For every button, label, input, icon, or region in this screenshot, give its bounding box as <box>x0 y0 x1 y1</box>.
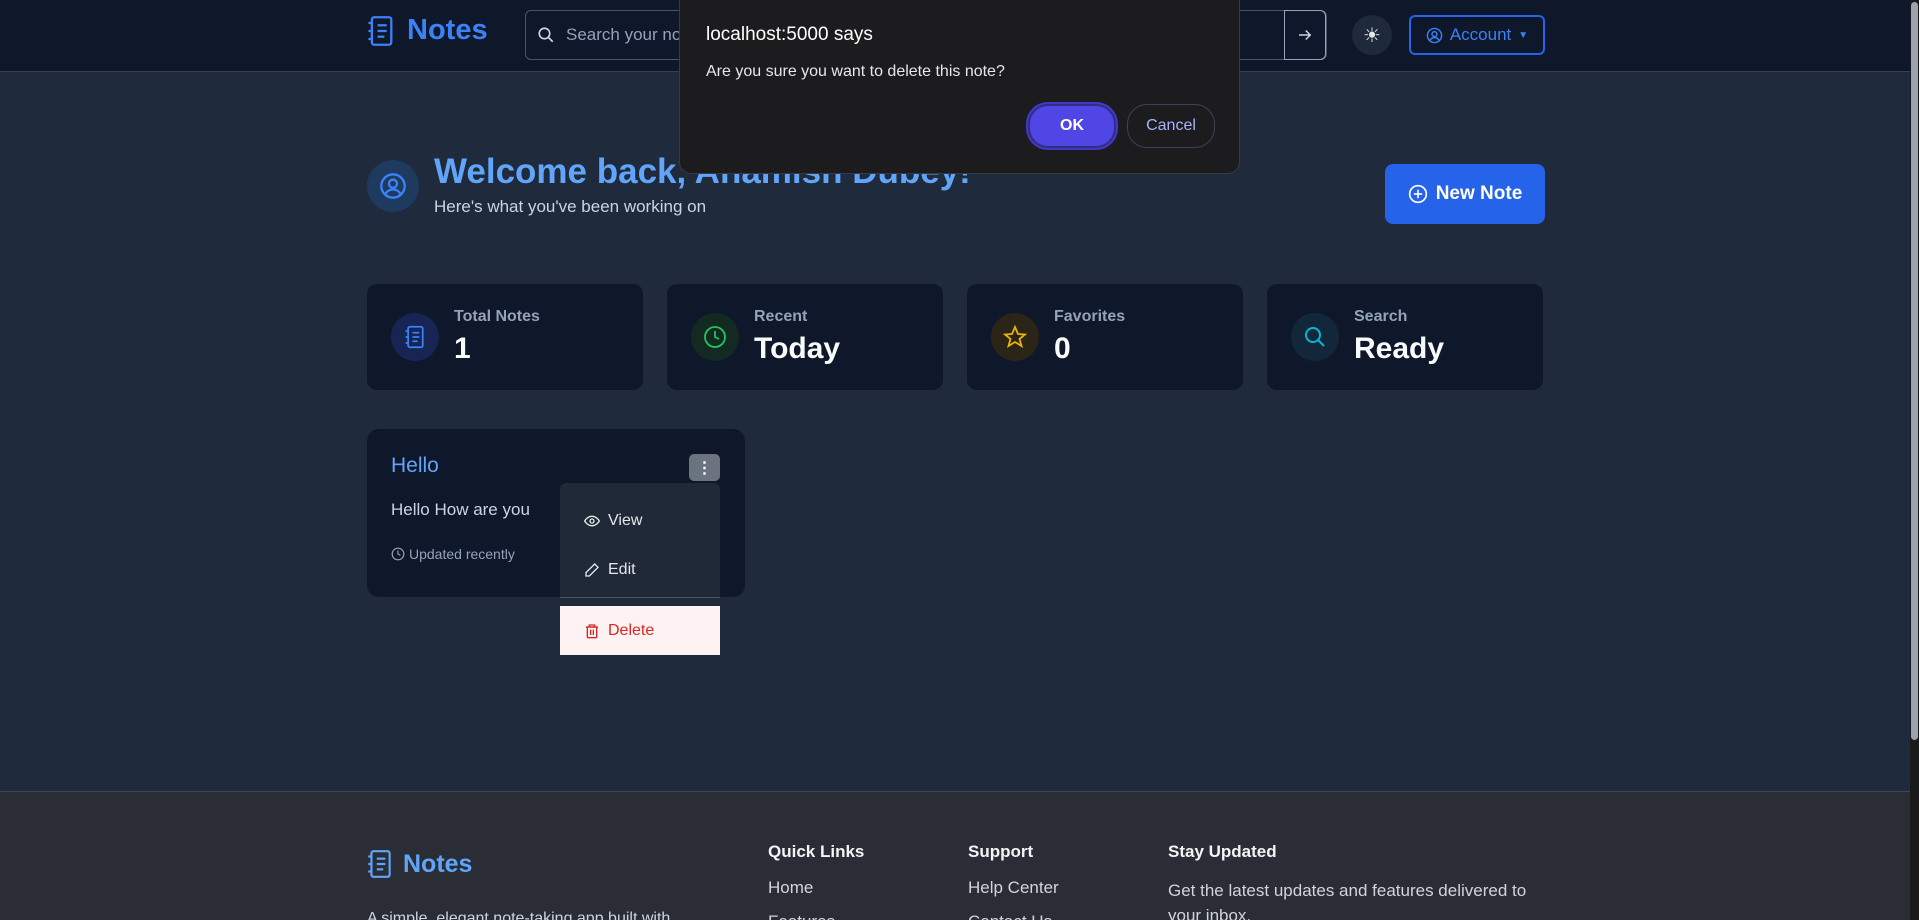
search-icon <box>1291 313 1339 361</box>
eye-icon <box>584 515 600 527</box>
stat-card-favorites: Favorites 0 <box>967 284 1243 390</box>
stat-label: Recent <box>754 308 808 325</box>
caret-down-icon: ▼ <box>1518 29 1529 41</box>
dialog-cancel-button[interactable]: Cancel <box>1127 104 1215 148</box>
confirm-dialog: localhost:5000 says Are you sure you wan… <box>679 0 1240 174</box>
dialog-ok-button[interactable]: OK <box>1028 104 1116 148</box>
stat-card-recent: Recent Today <box>667 284 943 390</box>
sun-icon: ☀ <box>1363 24 1381 47</box>
stat-value: Ready <box>1354 332 1445 365</box>
stat-value: 0 <box>1054 332 1071 365</box>
star-icon <box>991 313 1039 361</box>
stat-card-search: Search Ready <box>1267 284 1543 390</box>
footer-heading-stay-updated: Stay Updated <box>1168 842 1277 861</box>
menu-item-label: Edit <box>608 561 636 578</box>
note-preview: Hello How are you <box>391 500 530 519</box>
clock-icon <box>691 313 739 361</box>
menu-item-view[interactable]: View <box>560 497 720 545</box>
notebook-icon <box>391 313 439 361</box>
brand-name: Notes <box>407 14 488 46</box>
welcome-subtitle: Here's what you've been working on <box>434 197 707 216</box>
site-footer: Notes A simple, elegant note-taking app … <box>0 791 1919 920</box>
brand-logo[interactable]: Notes <box>367 14 488 47</box>
search-submit-button[interactable] <box>1284 10 1326 60</box>
footer-brand[interactable]: Notes <box>367 849 472 879</box>
footer-link-help-center[interactable]: Help Center <box>968 878 1059 898</box>
arrow-right-icon <box>1299 29 1312 41</box>
menu-item-label: View <box>608 512 643 529</box>
user-circle-icon <box>1426 27 1443 43</box>
more-vertical-icon: ⋮ <box>696 459 713 477</box>
note-meta: Updated recently <box>391 546 515 562</box>
account-dropdown-button[interactable]: Account ▼ <box>1409 15 1545 55</box>
stat-label: Search <box>1354 308 1408 325</box>
stat-label: Favorites <box>1054 308 1126 325</box>
new-note-button[interactable]: New Note <box>1385 164 1545 224</box>
menu-item-label: Delete <box>608 621 655 639</box>
note-options-button[interactable]: ⋮ <box>689 454 720 481</box>
user-avatar <box>367 160 419 212</box>
note-updated-text: Updated recently <box>409 546 515 562</box>
footer-link-home[interactable]: Home <box>768 878 813 898</box>
plus-circle-icon <box>1408 184 1427 204</box>
dialog-message: Are you sure you want to delete this not… <box>706 63 1005 80</box>
menu-item-delete[interactable]: Delete <box>560 606 720 655</box>
footer-heading-support: Support <box>968 842 1034 861</box>
footer-link-contact-us[interactable]: Contact Us <box>968 912 1052 920</box>
footer-description: A simple, elegant note-taking app built … <box>367 910 671 920</box>
menu-item-edit[interactable]: Edit <box>560 546 720 594</box>
account-label: Account <box>1449 25 1512 44</box>
stat-card-total-notes: Total Notes 1 <box>367 284 643 390</box>
page-scrollbar-thumb[interactable] <box>1911 2 1918 740</box>
footer-link-features[interactable]: Features <box>768 912 835 920</box>
stat-value: 1 <box>454 332 471 365</box>
footer-newsletter-text: Get the latest updates and features deli… <box>1168 881 1527 920</box>
menu-divider <box>560 597 720 598</box>
trash-icon <box>586 623 598 638</box>
clock-icon <box>391 547 405 561</box>
new-note-label: New Note <box>1435 183 1523 204</box>
notebook-icon <box>368 15 393 46</box>
theme-toggle-button[interactable]: ☀ <box>1352 15 1392 55</box>
notebook-icon <box>368 850 391 878</box>
stat-value: Today <box>754 332 841 365</box>
dialog-title: localhost:5000 says <box>706 24 873 45</box>
pencil-icon <box>585 563 599 577</box>
note-title[interactable]: Hello <box>391 454 439 478</box>
stat-label: Total Notes <box>454 308 540 325</box>
footer-brand-name: Notes <box>403 849 473 878</box>
footer-heading-quick-links: Quick Links <box>768 842 865 861</box>
user-circle-icon <box>380 173 406 199</box>
search-icon <box>526 26 566 44</box>
